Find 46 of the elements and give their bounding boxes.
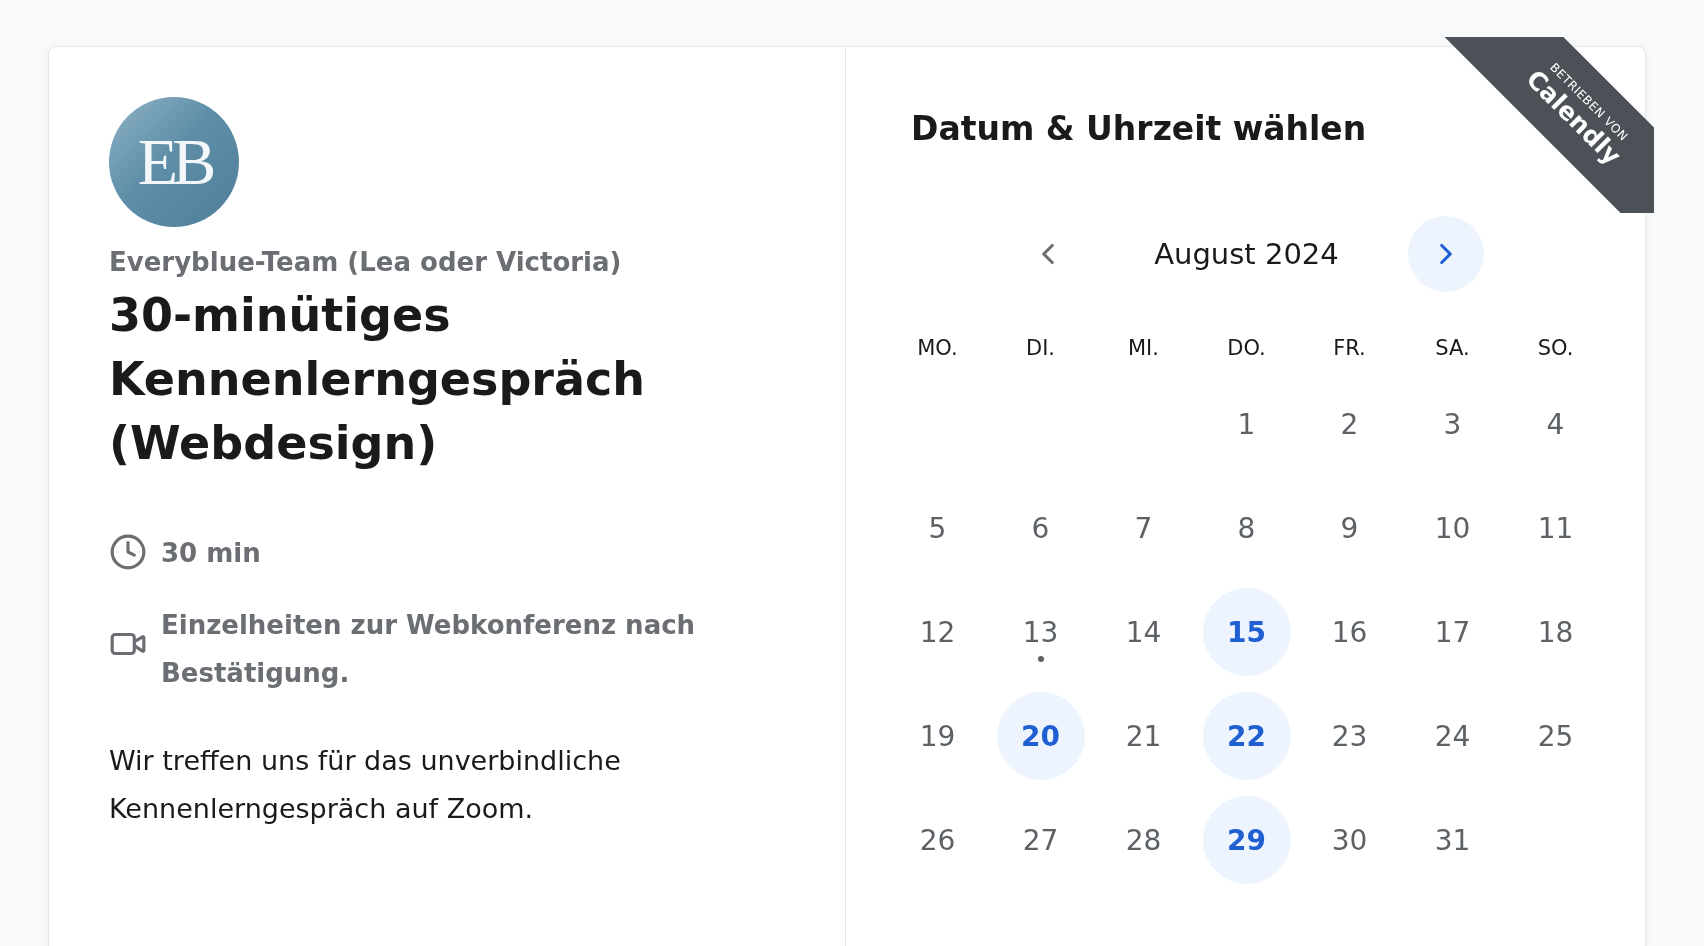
calendar-day[interactable]: 11	[1511, 484, 1600, 572]
calendar-day[interactable]: 28	[1099, 796, 1188, 884]
organizer-logo: EB	[109, 97, 239, 227]
calendar-day[interactable]: 9	[1305, 484, 1394, 572]
calendar-day[interactable]: 17	[1408, 588, 1497, 676]
calendar-day[interactable]: 5	[893, 484, 982, 572]
organizer-name: Everyblue-Team (Lea oder Victoria)	[109, 247, 623, 277]
calendar-day[interactable]: 25	[1511, 692, 1600, 780]
weekday-label: SA.	[1434, 336, 1471, 362]
calendar-day[interactable]: 23	[1305, 692, 1394, 780]
month-label: August 2024	[1153, 237, 1340, 271]
clock-icon	[109, 533, 147, 571]
calendar-day[interactable]: 1	[1202, 380, 1291, 468]
calendar-day[interactable]: 26	[893, 796, 982, 884]
weekday-label: FR.	[1332, 336, 1367, 362]
event-title: 30-minütiges Kennenlerngespräch (Webdesign)	[109, 287, 647, 472]
calendar-day[interactable]: 19	[893, 692, 982, 780]
calendar-day[interactable]: 22	[1202, 692, 1291, 780]
calendar-day[interactable]: 15	[1202, 588, 1291, 676]
calendar-day[interactable]: 21	[1099, 692, 1188, 780]
calendar-day[interactable]: 30	[1305, 796, 1394, 884]
calendar-day[interactable]: 20	[996, 692, 1085, 780]
event-description: Wir treffen uns für das unverbindliche Kennenlerngespräch auf Zoom.	[109, 744, 622, 826]
calendar-day[interactable]: 18	[1511, 588, 1600, 676]
calendar-day[interactable]: 6	[996, 484, 1085, 572]
weekday-label: SO.	[1536, 336, 1575, 362]
calendar-day[interactable]: 27	[996, 796, 1085, 884]
calendar-day[interactable]: 7	[1099, 484, 1188, 572]
calendar-day[interactable]: 13	[996, 588, 1085, 676]
calendar-day[interactable]: 29	[1202, 796, 1291, 884]
calendar-day[interactable]: 24	[1408, 692, 1497, 780]
weekday-label: DI.	[1024, 336, 1056, 362]
calendar-day[interactable]: 8	[1202, 484, 1291, 572]
weekday-label: DO.	[1226, 336, 1267, 362]
event-detail: Einzelheiten zur Webkonferenz nach Bestätigung.	[161, 609, 697, 690]
calendar-day[interactable]: 16	[1305, 588, 1394, 676]
weekday-label: MO.	[916, 336, 959, 362]
calendar-day[interactable]: 3	[1408, 380, 1497, 468]
calendar-day[interactable]: 10	[1408, 484, 1497, 572]
calendar-day[interactable]: 14	[1099, 588, 1188, 676]
event-detail: 30 min	[161, 537, 261, 570]
calendar-day[interactable]: 2	[1305, 380, 1394, 468]
calendar-day[interactable]: 12	[893, 588, 982, 676]
weekday-label: MI.	[1127, 336, 1160, 362]
calendar-day[interactable]: 31	[1408, 796, 1497, 884]
calendar-day[interactable]: 4	[1511, 380, 1600, 468]
